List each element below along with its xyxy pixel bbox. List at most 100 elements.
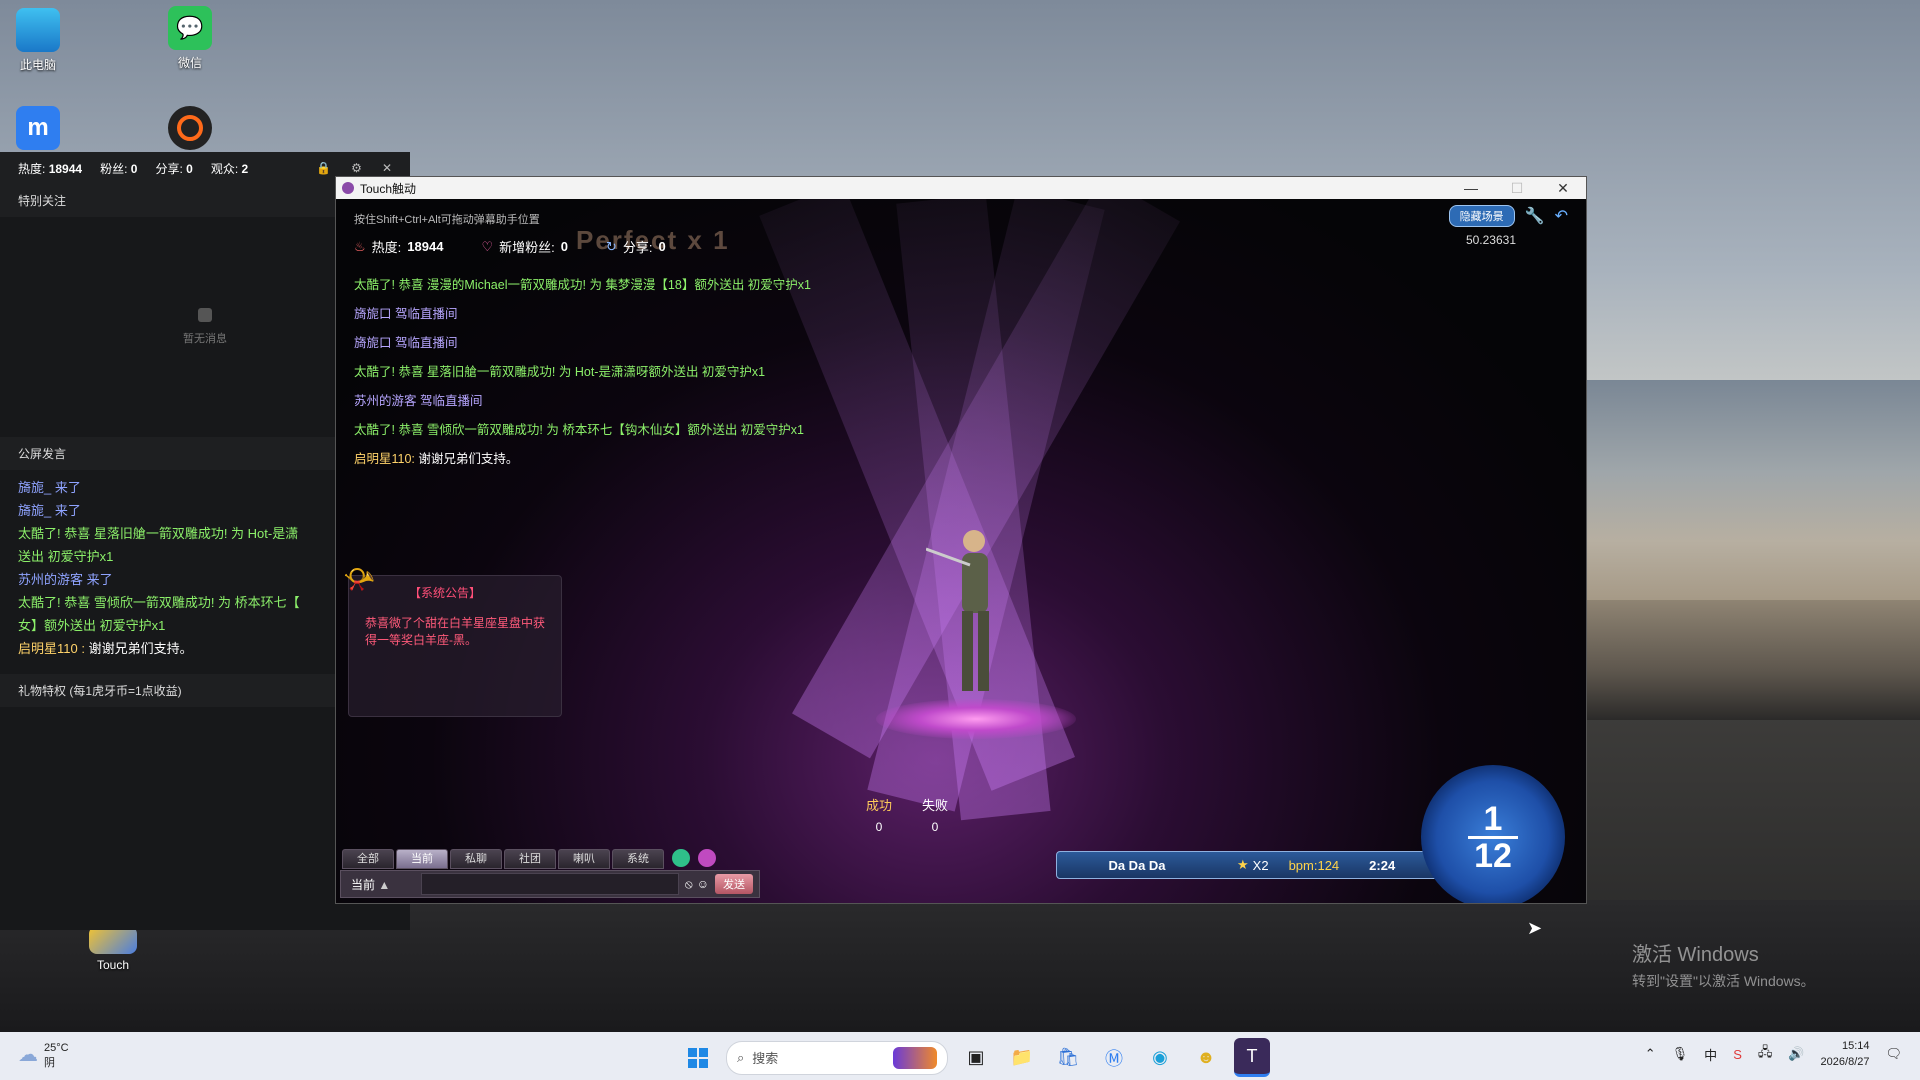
activation-watermark: 激活 Windows 转到"设置"以激活 Windows。: [1632, 944, 1815, 989]
multiplier: X2: [1252, 857, 1269, 873]
share-icon: ↻: [605, 238, 617, 254]
close-button[interactable]: ✕: [1540, 180, 1586, 197]
touch-game-window: Touch触动 — ☐ ✕ 按住Shift+Ctrl+Alt可拖动弹幕助手位置 …: [335, 176, 1587, 904]
close-icon[interactable]: ✕: [382, 161, 392, 175]
blue-m-app-icon: m: [16, 106, 60, 150]
song-title: Da Da Da: [1108, 857, 1166, 873]
list-item: 启明星110: 谢谢兄弟们支持。: [354, 452, 519, 466]
edge-browser-icon[interactable]: ◉: [1142, 1040, 1178, 1076]
windows-start-icon[interactable]: [680, 1040, 716, 1076]
list-item: 旖旎口 驾临直播间: [354, 336, 458, 350]
chevron-up-icon[interactable]: ⌃: [1645, 1046, 1656, 1062]
beat-current: 1: [1483, 799, 1503, 838]
dancer-character: [926, 530, 989, 691]
flame-icon: ♨: [354, 238, 366, 254]
heart-icon: ♡: [481, 238, 494, 254]
app-icon: [342, 182, 354, 194]
desktop-icon-wechat[interactable]: 💬 微信: [145, 6, 235, 71]
chat-tabs: 全部 当前 私聊 社团 喇叭 系统: [342, 849, 716, 869]
heat-value: 18944: [48, 161, 83, 176]
game-chat-log: 太酷了! 恭喜 漫漫的Michael一箭双雕成功! 为 集梦漫漫【18】额外送出…: [354, 277, 814, 480]
store-icon[interactable]: 🛍: [1050, 1040, 1086, 1076]
fans-value: 0: [130, 161, 138, 176]
wrench-icon[interactable]: 🔧: [1525, 206, 1545, 226]
beach-background: [1580, 600, 1920, 720]
task-view-icon[interactable]: ▣: [958, 1040, 994, 1076]
lock-icon[interactable]: 🔒: [316, 161, 331, 175]
cloud-icon: ☁: [18, 1044, 38, 1066]
tab-private[interactable]: 私聊: [450, 849, 502, 869]
network-icon[interactable]: 🖧: [1758, 1043, 1773, 1065]
game-stage: 按住Shift+Ctrl+Alt可拖动弹幕助手位置 Perfect x 1 ♨ 热…: [336, 199, 1586, 903]
game-stats-bar: ♨ 热度: 18944 ♡ 新增粉丝: 0 ↻ 分享: 0: [354, 238, 666, 256]
desktop-icon-m-app[interactable]: m: [0, 106, 83, 154]
maximize-button[interactable]: ☐: [1494, 180, 1540, 197]
undo-icon[interactable]: ↶: [1555, 206, 1568, 226]
no-icon[interactable]: ⦸: [685, 877, 693, 892]
score-panel: 成功 0 失败 0: [866, 798, 949, 834]
sea-background: [1580, 380, 1920, 610]
orange-record-icon: [168, 106, 212, 150]
microphone-icon[interactable]: 🎙: [1672, 1046, 1689, 1062]
timer-readout: 50.23631: [1465, 233, 1516, 247]
window-title: Touch触动: [360, 181, 417, 196]
viewers-value: 2: [241, 161, 249, 176]
trumpet-icon: 📯: [343, 564, 376, 594]
list-item: 苏州的游客 驾临直播间: [354, 394, 483, 408]
clock[interactable]: 15:14 2026/8/27: [1821, 1038, 1870, 1070]
song-info-bar: Da Da Da ★ X2 bpm:124 2:24: [1056, 851, 1478, 879]
window-titlebar: Touch触动 — ☐ ✕: [336, 177, 1586, 199]
minimize-button[interactable]: —: [1448, 180, 1494, 197]
notification-icon[interactable]: 🗨: [1885, 1046, 1902, 1062]
file-explorer-icon[interactable]: 📁: [1004, 1040, 1040, 1076]
tab-all[interactable]: 全部: [342, 849, 394, 869]
list-item: 太酷了! 恭喜 漫漫的Michael一箭双雕成功! 为 集梦漫漫【18】额外送出…: [354, 278, 811, 292]
antivirus-icon[interactable]: S: [1733, 1047, 1742, 1062]
song-time: 2:24: [1369, 857, 1396, 873]
channel-select[interactable]: 当前 ▲: [341, 876, 421, 893]
notice-body: 恭喜微了个甜在白羊星座星盘中获得一等奖白羊座-黑。: [365, 616, 546, 647]
drag-hint: 按住Shift+Ctrl+Alt可拖动弹幕助手位置: [354, 214, 540, 226]
chat-input[interactable]: [421, 873, 679, 895]
search-highlight-icon: [893, 1046, 937, 1069]
beat-counter-dial: 1 12: [1421, 765, 1565, 903]
search-icon: ⌕: [737, 1049, 745, 1065]
touch-taskbar-icon[interactable]: T: [1234, 1038, 1270, 1077]
tab-system[interactable]: 系统: [612, 849, 664, 869]
input-method-icon[interactable]: 中: [1704, 1045, 1717, 1064]
emote-icon[interactable]: [672, 849, 690, 867]
desktop-icon-touch[interactable]: Touch: [68, 926, 158, 972]
volume-icon[interactable]: 🔊: [1788, 1046, 1804, 1062]
share-value: 0: [186, 161, 193, 176]
smiley-icon[interactable]: ☺: [697, 877, 709, 891]
mouse-cursor-icon: ➤: [1527, 918, 1543, 938]
send-button[interactable]: 发送: [715, 874, 753, 894]
tab-current[interactable]: 当前: [396, 849, 448, 869]
list-item: 太酷了! 恭喜 雪倾欣一箭双雕成功! 为 桥本环七【钩木仙女】额外送出 初爱守护…: [354, 423, 805, 437]
desktop-icon-this-pc[interactable]: 此电脑: [0, 8, 83, 73]
beat-total: 12: [1474, 836, 1512, 875]
wechat-icon: 💬: [168, 6, 212, 50]
profile-icon[interactable]: [698, 849, 716, 867]
fail-count: 0: [931, 820, 939, 834]
taskbar-search[interactable]: ⌕ 搜索: [726, 1040, 948, 1075]
empty-icon: [198, 308, 212, 322]
chat-input-bar: 当前 ▲ ⦸ ☺ 发送: [340, 870, 760, 898]
gear-icon[interactable]: ⚙: [351, 161, 362, 175]
weather-widget[interactable]: ☁ 25°C 阴: [18, 1042, 69, 1070]
desktop-icon-recorder[interactable]: [145, 106, 235, 154]
hide-scene-button[interactable]: 隐藏场景: [1448, 205, 1515, 227]
tab-horn[interactable]: 喇叭: [558, 849, 610, 869]
system-tray: ⌃ 🎙 中 S 🖧 🔊 15:14 2026/8/27 🗨: [1645, 1038, 1902, 1070]
monitor-icon: [16, 8, 60, 52]
bpm-value: bpm:124: [1288, 857, 1340, 873]
game-assistant-icon[interactable]: ☻: [1188, 1040, 1224, 1076]
taskbar: ☁ 25°C 阴 ⌕ 搜索 ▣ 📁 🛍 Ⓜ ◉ ☻ T ⌃ 🎙 中 S 🖧 🔊 1…: [0, 1032, 1920, 1080]
list-item: 旖旎口 驾临直播间: [354, 307, 458, 321]
system-notice-panel: 📯 【系统公告】 恭喜微了个甜在白羊星座星盘中获得一等奖白羊座-黑。: [343, 564, 562, 717]
star-icon: ★: [1237, 857, 1249, 872]
touch-game-icon: [89, 926, 137, 954]
m-app-taskbar-icon[interactable]: Ⓜ: [1096, 1040, 1132, 1076]
tab-club[interactable]: 社团: [504, 849, 556, 869]
notice-title: 【系统公告】: [409, 586, 482, 600]
